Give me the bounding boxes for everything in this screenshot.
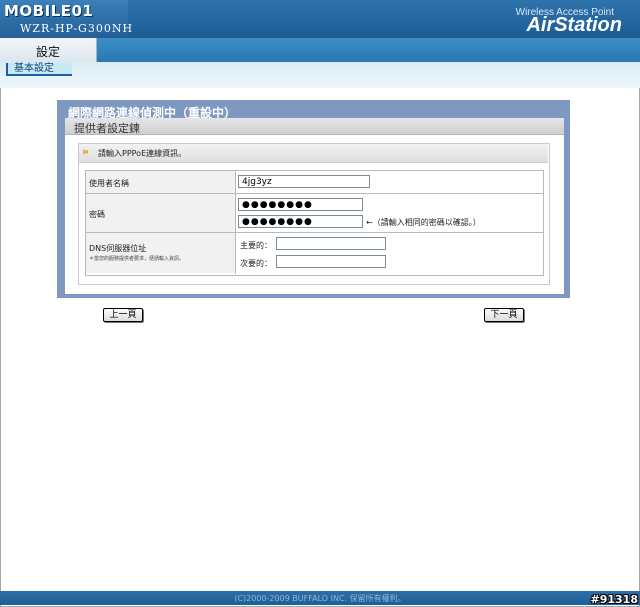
dns-secondary-input[interactable] — [276, 255, 386, 268]
dns-label: DNS伺服器位址 — [89, 244, 147, 253]
double-chevron-icon: » — [82, 145, 90, 158]
dns-primary-label: 主要的： — [240, 241, 272, 250]
dns-secondary-label: 次要的： — [240, 259, 272, 268]
section-title: 提供者設定鍊 — [74, 122, 140, 135]
row-divider — [85, 232, 544, 233]
column-divider — [235, 170, 236, 274]
password-label-cell — [86, 194, 235, 232]
dns-primary-input[interactable] — [276, 237, 386, 250]
footer-copyright: (C)2000-2009 BUFFALO INC. 保留所有權利。 — [234, 594, 406, 603]
tab-settings-label[interactable]: 設定 — [0, 43, 96, 60]
sub-tab-bar — [0, 62, 640, 88]
info-message: 請輸入PPPoE連線資訊。 — [98, 149, 187, 158]
router-model: WZR-HP-G300NH — [20, 22, 134, 35]
username-label: 使用者名稱 — [89, 179, 129, 188]
password-confirm-hint: ←（請輸入相同的密碼以確認。） — [366, 218, 481, 227]
prev-button[interactable]: 上一頁 — [103, 308, 143, 322]
row-divider — [85, 193, 544, 194]
site-logo: MOBILE01 — [4, 2, 94, 20]
username-input[interactable]: 4jg3yz — [238, 175, 370, 188]
sub-tab-basic-settings[interactable]: 基本設定 — [6, 63, 72, 76]
window-frame — [0, 0, 640, 607]
brand-logo: AirStation — [526, 14, 622, 36]
password-input[interactable]: ●●●●●●●● — [238, 198, 363, 211]
password-label: 密碼 — [89, 210, 105, 219]
image-watermark: #91318 — [590, 593, 639, 606]
next-button[interactable]: 下一頁 — [484, 308, 524, 322]
password-confirm-input[interactable]: ●●●●●●●● — [238, 215, 363, 228]
dns-note: ＊當您的服務提供者要求，便請輸入資訊。 — [89, 256, 185, 262]
